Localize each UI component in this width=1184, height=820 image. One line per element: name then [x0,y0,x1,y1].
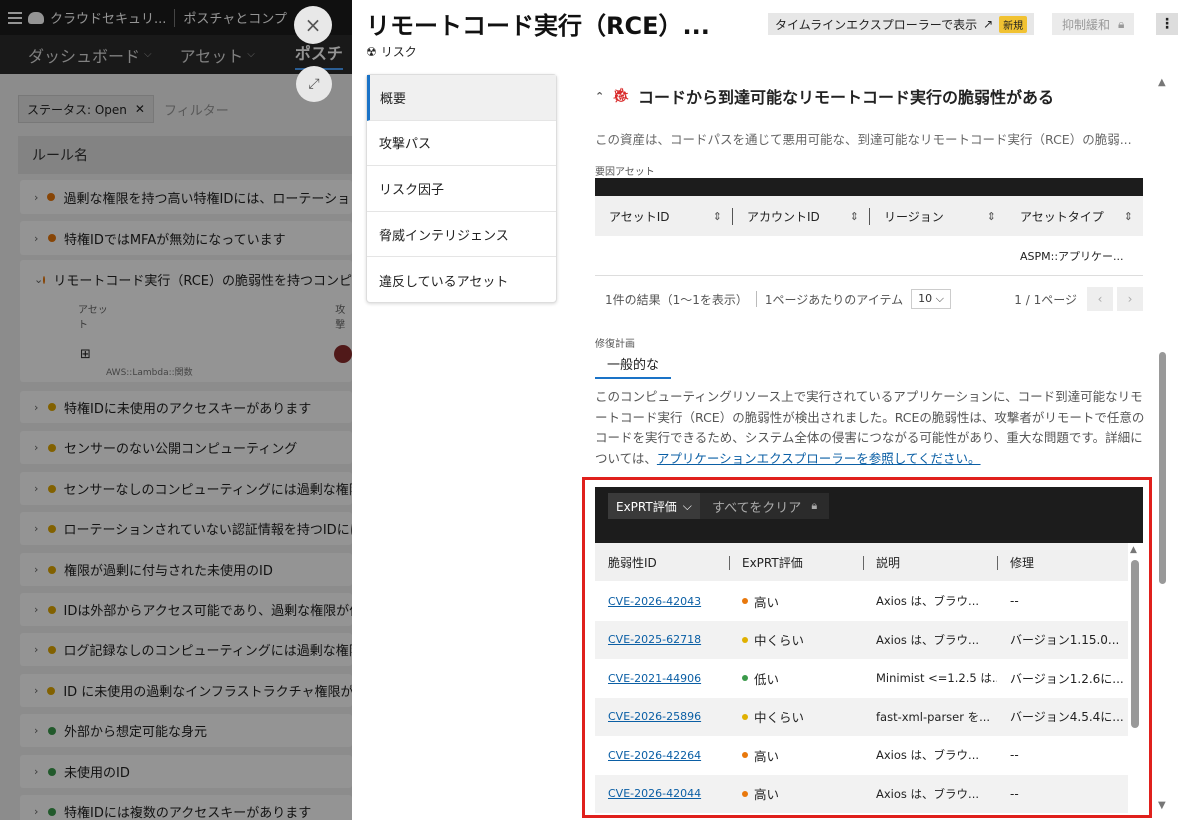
modal-overlay[interactable] [0,0,352,820]
risk-description: この資産は、コードパスを通じて悪用可能な、到達可能なリモートコード実行（RCE）… [595,132,1132,147]
page-indicator: 1 / 1ページ [1014,292,1077,307]
expand-icon: ⤢ [308,76,320,92]
page-subtitle: ☢ リスク [366,43,417,60]
more-options-icon[interactable]: ⋮ [1156,13,1178,35]
column-region[interactable]: リージョン ⇕ [869,207,1006,225]
timeline-explorer-button[interactable]: タイムラインエクスプローラーで表示 ↗ 新規 [768,13,1035,35]
scrollbar[interactable] [1159,352,1166,584]
nav-label: 攻撃パス [379,137,432,153]
remediation-label: 修復計画 [595,339,635,350]
nav-label: 違反しているアセット [379,274,509,290]
asset-table: アセットID ⇕ アカウントID ⇕ リージョン ⇕ アセットタイプ ⇕ ASPM::ア… [595,178,1143,276]
results-count: 1件の結果（1〜1を表示） [605,292,748,307]
suppress-button[interactable]: 抑制緩和 🔒︎ [1052,13,1135,35]
expand-panel-button[interactable]: ⤢ [296,66,332,102]
lock-icon: 🔒︎ [1118,16,1125,31]
per-page-label: 1ページあたりのアイテム [764,292,904,307]
radiation-icon: ☢ [366,44,377,59]
column-label: アカウントID [747,209,820,224]
app-explorer-link[interactable]: アプリケーションエクスプローラーを参照してください。 [657,451,981,466]
table-header: アセットID ⇕ アカウントID ⇕ リージョン ⇕ アセットタイプ ⇕ [595,196,1143,236]
scroll-up-icon[interactable]: ▲ [1158,77,1166,88]
table-cell: ASPM::アプリケー... [1020,249,1124,263]
sort-icon[interactable]: ⇕ [1124,210,1133,223]
close-icon: × [304,13,322,37]
section-nav: 概要 攻撃パス リスク因子 脅威インテリジェンス 違反しているアセット [366,74,557,303]
sort-icon[interactable]: ⇕ [713,210,722,223]
column-label: アセットID [609,209,670,224]
pagination: 1件の結果（1〜1を表示） 1ページあたりのアイテム 10 ⌵ 1 / 1ページ… [595,285,1143,313]
nav-label: 脅威インテリジェンス [379,228,509,244]
risk-factor-heading[interactable]: ⌃ 🐞︎ コードから到達可能なリモートコード実行の脆弱性がある [595,84,1054,108]
nav-violating-assets[interactable]: 違反しているアセット [367,257,556,303]
divider [755,291,757,307]
scroll-down-icon[interactable]: ▼ [1158,800,1166,811]
asset-section-label: 要因アセット [595,167,655,178]
nav-risk-factors[interactable]: リスク因子 [367,166,556,212]
tab-general[interactable]: 一般的な [595,352,672,379]
close-panel-button[interactable]: × [294,6,332,44]
page-title: リモートコード実行（RCE）... [366,12,710,40]
sort-icon[interactable]: ⇕ [987,210,996,223]
new-badge: 新規 [999,15,1028,33]
next-page-button[interactable]: › [1117,287,1143,311]
per-page-value: 10 [918,292,933,305]
nav-label: リスク因子 [379,182,445,198]
remediation-text: このコンピューティングリソース上で実行されているアプリケーションに、コード到達可… [595,387,1147,469]
background-page: クラウドセキュリ... ポスチャとコンプ ダッシュボード ⌵ アセット ⌵ ポスチ … [0,0,352,820]
column-label: リージョン [884,209,944,224]
nav-threat-intel[interactable]: 脅威インテリジェンス [367,212,556,258]
risk-heading-text: コードから到達可能なリモートコード実行の脆弱性がある [638,88,1055,107]
external-link-icon: ↗ [983,17,994,31]
highlight-box [582,477,1152,818]
prev-page-button[interactable]: ‹ [1087,287,1113,311]
table-toolbar [595,178,1143,196]
bug-icon: 🐞︎ [612,88,630,104]
column-asset-id[interactable]: アセットID ⇕ [595,208,732,225]
per-page-select[interactable]: 10 ⌵ [911,289,951,309]
nav-overview[interactable]: 概要 [367,75,556,121]
suppress-button-label: 抑制緩和 [1062,17,1111,32]
chevron-up-icon[interactable]: ⌃ [595,90,604,103]
column-label: アセットタイプ [1020,209,1104,224]
sort-icon[interactable]: ⇕ [850,210,859,223]
nav-label: 概要 [380,91,407,107]
subtitle-label: リスク [380,45,417,59]
column-account-id[interactable]: アカウントID ⇕ [732,207,869,225]
nav-attack-path[interactable]: 攻撃パス [367,121,556,167]
table-row[interactable]: ASPM::アプリケー... [595,236,1143,276]
timeline-button-label: タイムラインエクスプローラーで表示 [775,17,978,32]
column-asset-type[interactable]: アセットタイプ ⇕ [1006,208,1143,225]
